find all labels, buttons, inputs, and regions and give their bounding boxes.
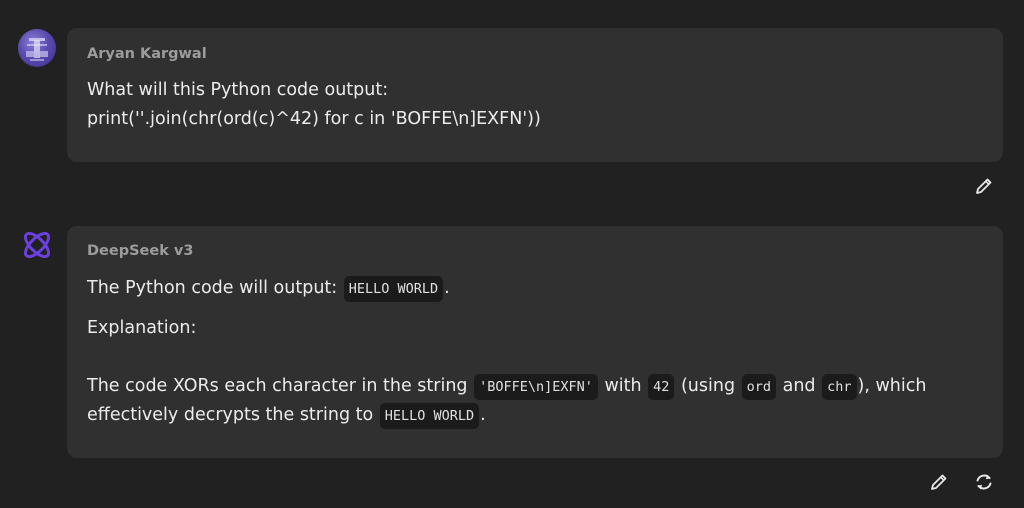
- explanation-text: .: [480, 405, 486, 425]
- explanation-text: The code XORs each character in the stri…: [87, 376, 474, 396]
- message-text-line: What will this Python code output:: [87, 80, 389, 100]
- inline-code: 'BOFFE\n]EXFN': [474, 374, 598, 400]
- inline-code: chr: [822, 374, 857, 400]
- edit-icon[interactable]: [973, 175, 995, 197]
- explanation-line: effectively decrypts the string to HELLO…: [87, 403, 486, 429]
- message-author: Aryan Kargwal: [87, 46, 207, 62]
- message-author: DeepSeek v3: [87, 243, 194, 259]
- deepseek-logo-icon: [18, 226, 56, 264]
- inline-code: HELLO WORLD: [379, 403, 480, 429]
- answer-text: .: [444, 278, 450, 298]
- edit-icon[interactable]: [928, 471, 950, 493]
- user-message: Aryan Kargwal What will this Python code…: [67, 28, 1003, 162]
- explanation-text: with: [598, 376, 648, 396]
- inline-code: ord: [741, 374, 777, 400]
- explanation-text: and: [777, 376, 822, 396]
- assistant-message: DeepSeek v3 The Python code will output:…: [67, 226, 1003, 458]
- answer-text: The Python code will output:: [87, 278, 343, 298]
- message-text-line: print(''.join(chr(ord(c)^42) for c in 'B…: [87, 109, 541, 129]
- user-avatar: [18, 29, 56, 67]
- inline-code: HELLO WORLD: [343, 276, 444, 302]
- inline-code: 42: [648, 374, 675, 400]
- explanation-line: The code XORs each character in the stri…: [87, 374, 927, 400]
- explanation-text: (using: [675, 376, 741, 396]
- answer-line: The Python code will output: HELLO WORLD…: [87, 276, 450, 302]
- explanation-text: effectively decrypts the string to: [87, 405, 379, 425]
- explanation-text: ), which: [857, 376, 927, 396]
- regenerate-icon[interactable]: [973, 471, 995, 493]
- explanation-heading: Explanation:: [87, 318, 197, 338]
